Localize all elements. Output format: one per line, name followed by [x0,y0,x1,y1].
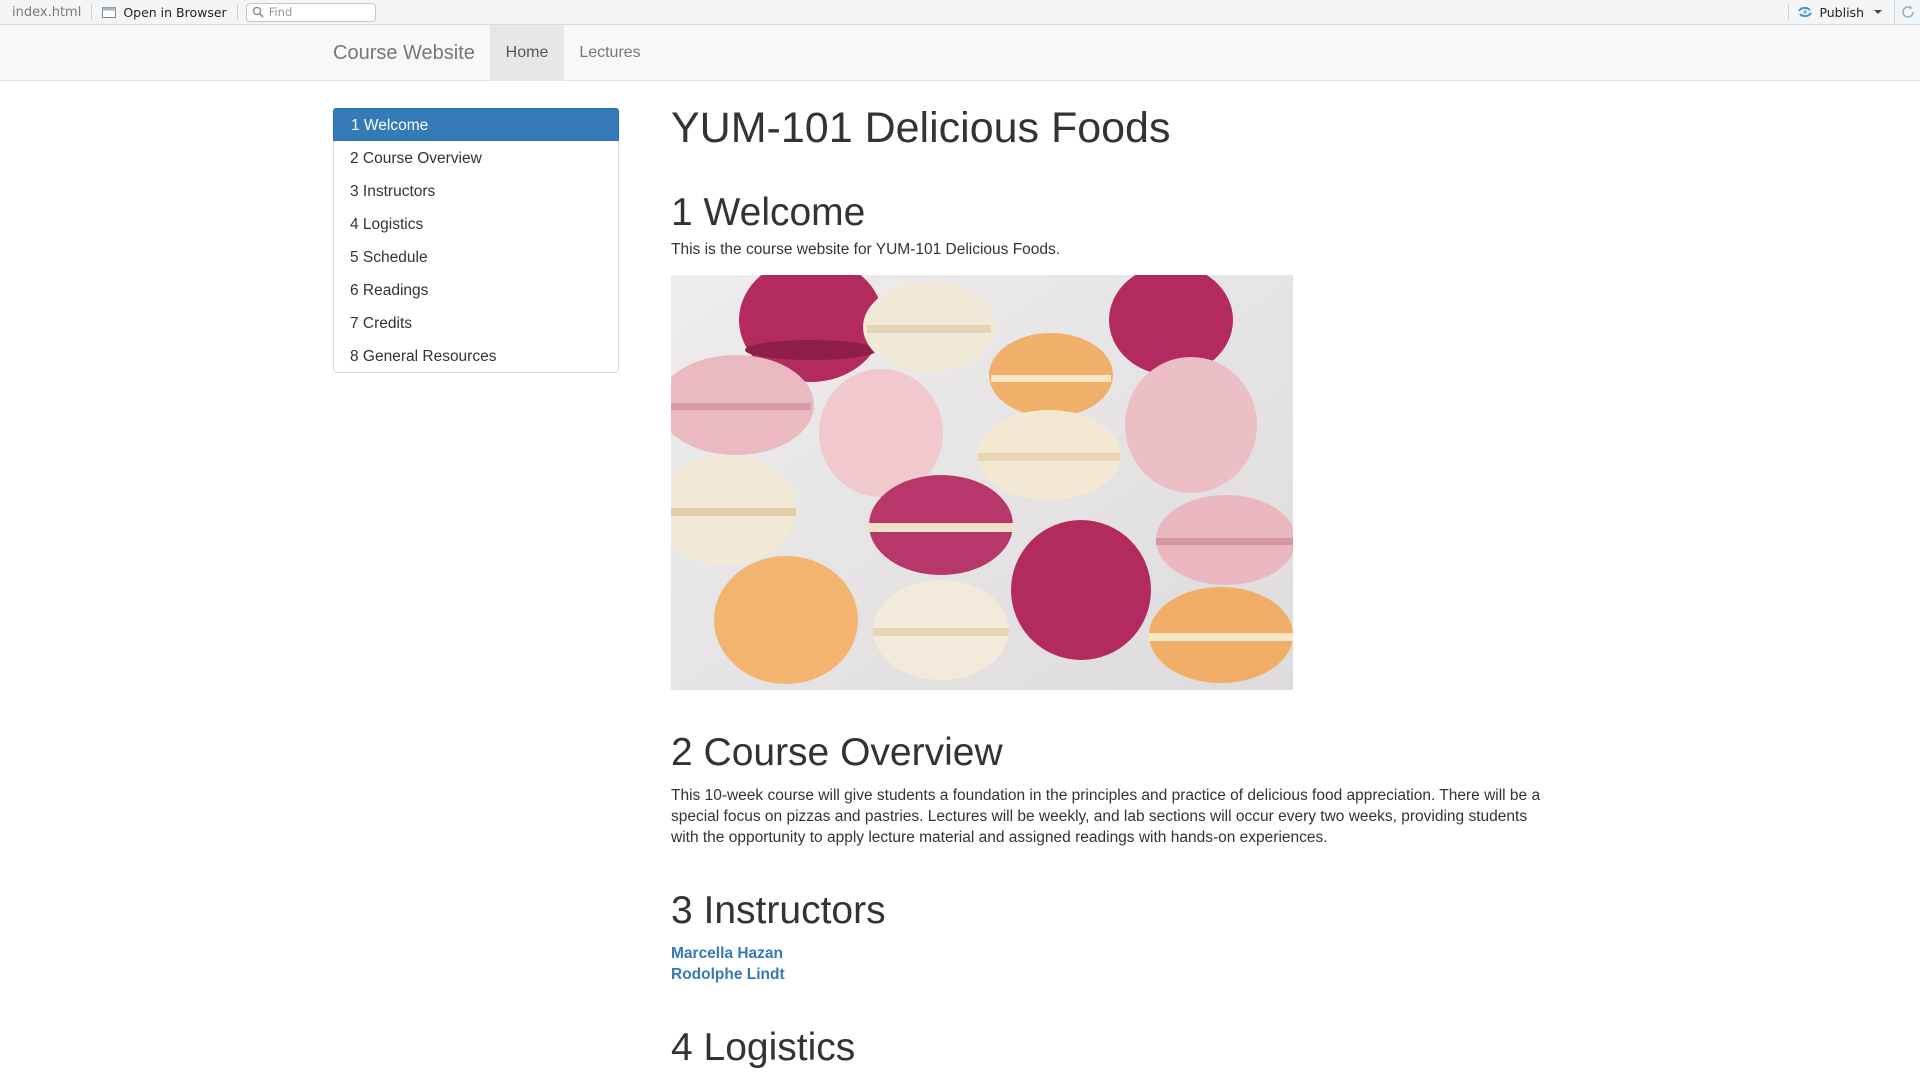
nav-lectures[interactable]: Lectures [564,25,656,81]
macarons-photo [671,275,1293,690]
toc-item-general-resources[interactable]: 8 General Resources [334,339,618,372]
search-icon [252,6,264,18]
publish-button[interactable]: Publish [1789,5,1894,20]
toc-item-credits[interactable]: 7 Credits [334,306,618,339]
find-field[interactable] [245,2,376,22]
site-navbar: Course Website Home Lectures [0,25,1920,81]
open-in-browser-button[interactable]: Open in Browser [92,5,236,20]
toc-item-logistics[interactable]: 4 Logistics [334,207,618,240]
publish-label: Publish [1819,4,1864,20]
viewer-filename: index.html [12,4,82,20]
nav-home[interactable]: Home [490,25,564,81]
toc-item-welcome[interactable]: 1 Welcome [333,108,619,141]
main-content: YUM-101 Delicious Foods 1 Welcome This i… [671,100,1551,1069]
table-of-contents: 1 Welcome 2 Course Overview 3 Instructor… [333,108,619,373]
instructor-link[interactable]: Marcella Hazan [671,943,886,964]
section-welcome: 1 Welcome This is the course website for… [671,190,1060,260]
refresh-button[interactable] [1894,0,1920,24]
toc-item-course-overview[interactable]: 2 Course Overview [334,141,618,174]
toc-item-instructors[interactable]: 3 Instructors [334,174,618,207]
viewer-toolbar: index.html Open in Browser Publish [0,0,1920,25]
macarons-illustration [671,275,1293,690]
section-instructors: 3 Instructors Marcella Hazan Rodolphe Li… [671,888,886,985]
section-course-overview: 2 Course Overview This 10-week course wi… [671,730,1551,848]
instructor-links: Marcella Hazan Rodolphe Lindt [671,943,886,985]
toc-item-schedule[interactable]: 5 Schedule [334,240,618,273]
course-overview-text: This 10-week course will give students a… [671,787,1541,846]
publish-icon [1798,6,1813,18]
section-heading-logistics: 4 Logistics [671,1026,856,1069]
refresh-icon [1901,5,1914,18]
chevron-down-icon [1874,10,1882,14]
page-title: YUM-101 Delicious Foods [671,104,1171,152]
instructor-link[interactable]: Rodolphe Lindt [671,964,886,985]
section-logistics: 4 Logistics [671,1025,855,1071]
section-heading-welcome: 1 Welcome [671,191,866,234]
section-heading-instructors: 3 Instructors [671,889,886,932]
section-heading-course-overview: 2 Course Overview [671,731,1003,774]
welcome-text: This is the course website for YUM-101 D… [671,241,1061,258]
open-in-browser-label: Open in Browser [123,4,227,20]
browser-window-icon [102,6,117,18]
toolbar-divider [236,4,238,20]
toc-item-readings[interactable]: 6 Readings [334,273,618,306]
find-input[interactable] [268,5,369,19]
site-brand-link[interactable]: Course Website [333,25,475,81]
